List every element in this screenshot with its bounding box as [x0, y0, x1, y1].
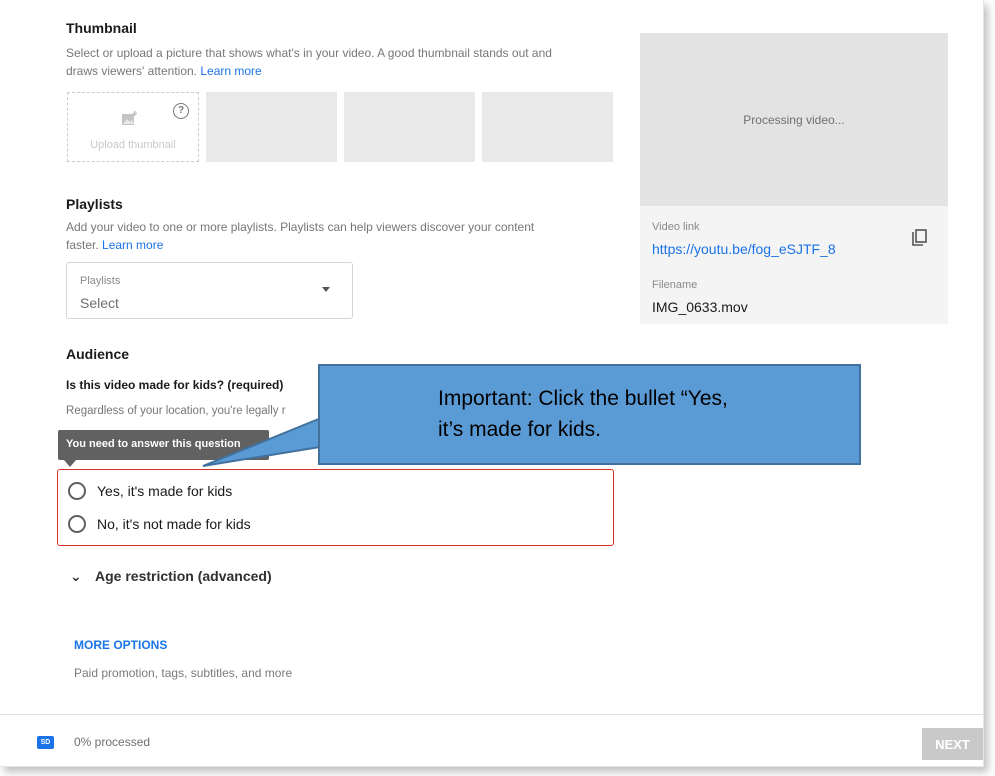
dialog-footer: SD 0% processed NEXT [0, 714, 983, 767]
more-options-link[interactable]: MORE OPTIONS [74, 638, 167, 652]
chevron-down-icon: ⌄ [70, 568, 82, 584]
next-button[interactable]: NEXT [922, 728, 983, 760]
age-restriction-toggle[interactable]: ⌄ Age restriction (advanced) [70, 568, 272, 585]
age-restriction-label: Age restriction (advanced) [95, 568, 272, 584]
callout-text-line2: it’s made for kids. [438, 418, 602, 441]
instruction-callout: Important: Click the bullet “Yes, it’s m… [318, 364, 861, 465]
callout-text-line1: Important: Click the bullet “Yes, [438, 387, 728, 410]
callout-text: Important: Click the bullet “Yes, it’s m… [438, 383, 848, 445]
more-options-description: Paid promotion, tags, subtitles, and mor… [74, 666, 293, 680]
sd-quality-badge: SD [37, 736, 54, 749]
processing-progress: 0% processed [74, 735, 151, 749]
upload-dialog: Thumbnail Select or upload a picture tha… [0, 0, 984, 767]
